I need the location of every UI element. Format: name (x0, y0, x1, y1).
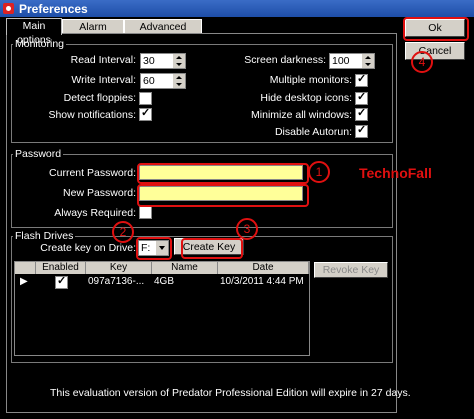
minimize-all-windows-label: Minimize all windows: (251, 109, 352, 121)
tab-advanced-options[interactable]: Advanced options (124, 19, 202, 47)
annotation-box-current-password (137, 163, 309, 184)
column-header-enabled[interactable]: Enabled (36, 262, 86, 274)
current-password-label: Current Password: (49, 167, 136, 179)
always-required-checkbox[interactable] (139, 206, 152, 219)
row-date: 10/3/2011 4:44 PM (220, 276, 304, 287)
screen-darkness-input[interactable] (330, 54, 360, 68)
write-interval-label: Write Interval: (71, 74, 136, 86)
row-key: 097a7136-... (88, 276, 145, 287)
spin-down-icon[interactable] (173, 61, 185, 68)
create-key-on-drive-label: Create key on Drive: (40, 242, 136, 254)
row-indicator-header (15, 262, 36, 274)
new-password-label: New Password: (63, 187, 136, 199)
row-enabled-checkbox[interactable] (55, 274, 68, 289)
watermark-text: TechnoFall (359, 165, 432, 181)
detect-floppies-label: Detect floppies: (63, 92, 136, 104)
annotation-number-3: 3 (236, 218, 258, 240)
column-header-date[interactable]: Date (218, 262, 309, 274)
read-interval-spinner[interactable] (140, 53, 186, 69)
write-interval-input[interactable] (141, 74, 171, 88)
preferences-window: Preferences Main options Alarm options A… (0, 0, 474, 419)
screen-darkness-spinner[interactable] (329, 53, 375, 69)
annotation-box-new-password (137, 184, 309, 207)
hide-desktop-icons-checkbox[interactable] (355, 90, 368, 105)
read-interval-label: Read Interval: (70, 54, 136, 66)
table-row[interactable]: ▶ 097a7136-... 4GB 10/3/2011 4:44 PM (15, 274, 309, 289)
show-notifications-label: Show notifications: (48, 109, 136, 121)
multiple-monitors-checkbox[interactable] (355, 72, 368, 87)
detect-floppies-checkbox[interactable] (139, 92, 152, 105)
always-required-label: Always Required: (54, 207, 136, 219)
spin-down-icon[interactable] (362, 61, 374, 68)
annotation-number-1: 1 (308, 161, 330, 183)
show-notifications-checkbox[interactable] (139, 106, 152, 121)
column-header-key[interactable]: Key (86, 262, 152, 274)
window-title: Preferences (19, 2, 88, 16)
annotation-box-create-key (181, 238, 243, 259)
column-header-name[interactable]: Name (152, 262, 218, 274)
disable-autorun-label: Disable Autorun: (274, 126, 352, 138)
revoke-key-button[interactable]: Revoke Key (314, 262, 388, 278)
minimize-all-windows-checkbox[interactable] (355, 106, 368, 121)
row-name: 4GB (154, 276, 175, 287)
spin-up-icon[interactable] (173, 54, 185, 61)
multiple-monitors-label: Multiple monitors: (269, 74, 352, 86)
annotation-number-2: 2 (112, 221, 134, 243)
tab-main-options[interactable]: Main options (6, 18, 62, 46)
annotation-box-drive (136, 237, 172, 260)
hide-desktop-icons-label: Hide desktop icons: (260, 92, 352, 104)
evaluation-notice: This evaluation version of Predator Prof… (50, 387, 411, 399)
password-title: Password (13, 148, 64, 160)
title-bar: Preferences (0, 0, 474, 17)
disable-autorun-checkbox[interactable] (355, 123, 368, 138)
annotation-number-4: 4 (411, 51, 433, 73)
tab-alarm-options[interactable]: Alarm options (62, 19, 124, 47)
annotation-box-ok (403, 17, 469, 41)
flash-keys-table: Enabled Key Name Date ▶ 097a7136-... 4GB… (14, 261, 310, 356)
flash-drives-title: Flash Drives (13, 230, 76, 242)
spin-up-icon[interactable] (173, 74, 185, 81)
spin-up-icon[interactable] (362, 54, 374, 61)
screen-darkness-label: Screen darkness: (244, 54, 326, 66)
app-icon (3, 3, 14, 14)
row-selector-icon: ▶ (20, 276, 28, 287)
read-interval-input[interactable] (141, 54, 171, 68)
table-header: Enabled Key Name Date (15, 262, 309, 274)
spin-down-icon[interactable] (173, 81, 185, 88)
write-interval-spinner[interactable] (140, 73, 186, 89)
